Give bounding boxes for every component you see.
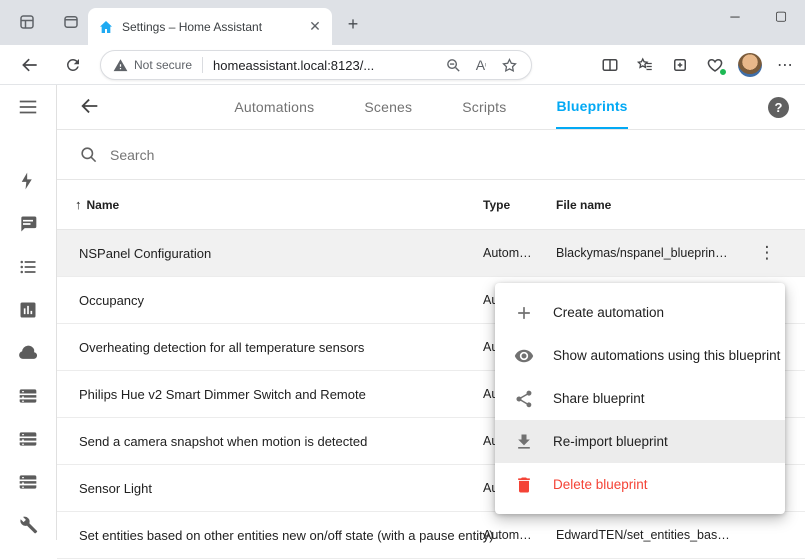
read-aloud-icon[interactable]: Aᵎ <box>469 53 493 77</box>
essentials-status-dot <box>719 68 727 76</box>
refresh-icon[interactable] <box>61 53 85 77</box>
plus-icon <box>513 302 535 324</box>
row-file: Blackymas/nspanel_blueprin… <box>556 230 728 276</box>
tools-wrench-icon[interactable] <box>16 513 40 537</box>
row-type: Autom… <box>483 230 532 276</box>
sidebar-menu-icon[interactable] <box>16 95 40 119</box>
browser-essentials-icon[interactable] <box>703 53 727 77</box>
help-icon[interactable]: ? <box>768 97 789 118</box>
favorites-icon[interactable] <box>633 53 657 77</box>
eye-icon <box>513 345 535 367</box>
split-screen-icon[interactable] <box>598 53 622 77</box>
row-name: NSPanel Configuration <box>79 230 211 276</box>
download-icon <box>513 431 535 453</box>
url-text[interactable]: homeassistant.local:8123/... <box>213 58 437 73</box>
avatar <box>738 53 762 77</box>
ha-tab-bar: Automations Scenes Scripts Blueprints <box>57 85 805 129</box>
settings-more-icon[interactable]: ⋯ <box>773 53 797 77</box>
energy-icon[interactable] <box>16 169 40 193</box>
tab-automations[interactable]: Automations <box>234 85 314 129</box>
column-header-type[interactable]: Type <box>483 180 510 229</box>
logbook-icon[interactable] <box>16 255 40 279</box>
server-icon-3[interactable] <box>16 470 40 494</box>
row-name: Set entities based on other entities new… <box>79 512 494 558</box>
trash-icon <box>513 474 535 496</box>
table-row[interactable]: Set entities based on other entities new… <box>57 512 805 559</box>
search-field[interactable]: Search <box>57 130 805 180</box>
menu-item-share-blueprint[interactable]: Share blueprint <box>495 377 785 420</box>
tab-scripts[interactable]: Scripts <box>462 85 506 129</box>
ha-header: Automations Scenes Scripts Blueprints ? <box>57 85 805 130</box>
tab-actions-icon[interactable] <box>60 11 82 33</box>
row-name: Occupancy <box>79 277 144 323</box>
not-secure-label[interactable]: Not secure <box>134 58 192 72</box>
address-divider <box>202 57 203 73</box>
workspaces-icon[interactable] <box>16 11 38 33</box>
menu-item-show-automations[interactable]: Show automations using this blueprint <box>495 334 785 377</box>
browser-tab[interactable]: Settings – Home Assistant ✕ <box>88 8 332 45</box>
new-tab-button[interactable]: + <box>342 13 364 35</box>
table-header: ↑ Name Type File name <box>57 180 805 230</box>
browser-titlebar: Settings – Home Assistant ✕ + ─ ▢ <box>0 0 805 45</box>
sort-ascending-icon: ↑ <box>75 197 82 212</box>
maximize-button[interactable]: ▢ <box>758 0 804 32</box>
back-icon[interactable] <box>18 53 42 77</box>
row-menu-icon[interactable]: ⋮ <box>755 230 779 276</box>
column-header-file[interactable]: File name <box>556 180 611 229</box>
not-secure-warning-icon <box>113 58 128 73</box>
menu-item-delete-blueprint[interactable]: Delete blueprint <box>495 463 785 506</box>
history-chart-icon[interactable] <box>16 298 40 322</box>
minimize-button[interactable]: ─ <box>712 0 758 32</box>
search-icon <box>79 145 98 164</box>
menu-item-create-automation[interactable]: Create automation <box>495 291 785 334</box>
browser-toolbar: Not secure homeassistant.local:8123/... … <box>0 45 805 85</box>
row-type: Autom… <box>483 512 532 558</box>
assist-icon[interactable] <box>16 212 40 236</box>
favorite-star-icon[interactable] <box>497 53 521 77</box>
column-header-name[interactable]: ↑ Name <box>75 180 119 229</box>
server-icon-1[interactable] <box>16 384 40 408</box>
table-row[interactable]: NSPanel Configuration Autom… Blackymas/n… <box>57 230 805 277</box>
close-tab-icon[interactable]: ✕ <box>306 18 324 36</box>
ha-sidebar <box>0 85 57 540</box>
server-icon-2[interactable] <box>16 427 40 451</box>
row-name: Philips Hue v2 Smart Dimmer Switch and R… <box>79 371 366 417</box>
profile-avatar[interactable] <box>738 53 762 77</box>
blueprint-context-menu: Create automation Show automations using… <box>495 283 785 514</box>
row-name: Overheating detection for all temperatur… <box>79 324 364 370</box>
cloud-icon[interactable] <box>16 341 40 365</box>
row-file: EdwardTEN/set_entities_bas… <box>556 512 730 558</box>
search-placeholder: Search <box>110 147 154 163</box>
zoom-out-icon[interactable] <box>441 53 465 77</box>
tab-blueprints[interactable]: Blueprints <box>556 85 627 129</box>
address-bar[interactable]: Not secure homeassistant.local:8123/... … <box>100 50 532 80</box>
tab-scenes[interactable]: Scenes <box>364 85 412 129</box>
menu-item-reimport-blueprint[interactable]: Re-import blueprint <box>495 420 785 463</box>
collections-icon[interactable] <box>668 53 692 77</box>
row-name: Send a camera snapshot when motion is de… <box>79 418 367 464</box>
row-name: Sensor Light <box>79 465 152 511</box>
share-icon <box>513 388 535 410</box>
ha-back-icon[interactable] <box>79 95 103 119</box>
home-assistant-favicon <box>98 19 114 35</box>
tab-title: Settings – Home Assistant <box>122 20 306 34</box>
